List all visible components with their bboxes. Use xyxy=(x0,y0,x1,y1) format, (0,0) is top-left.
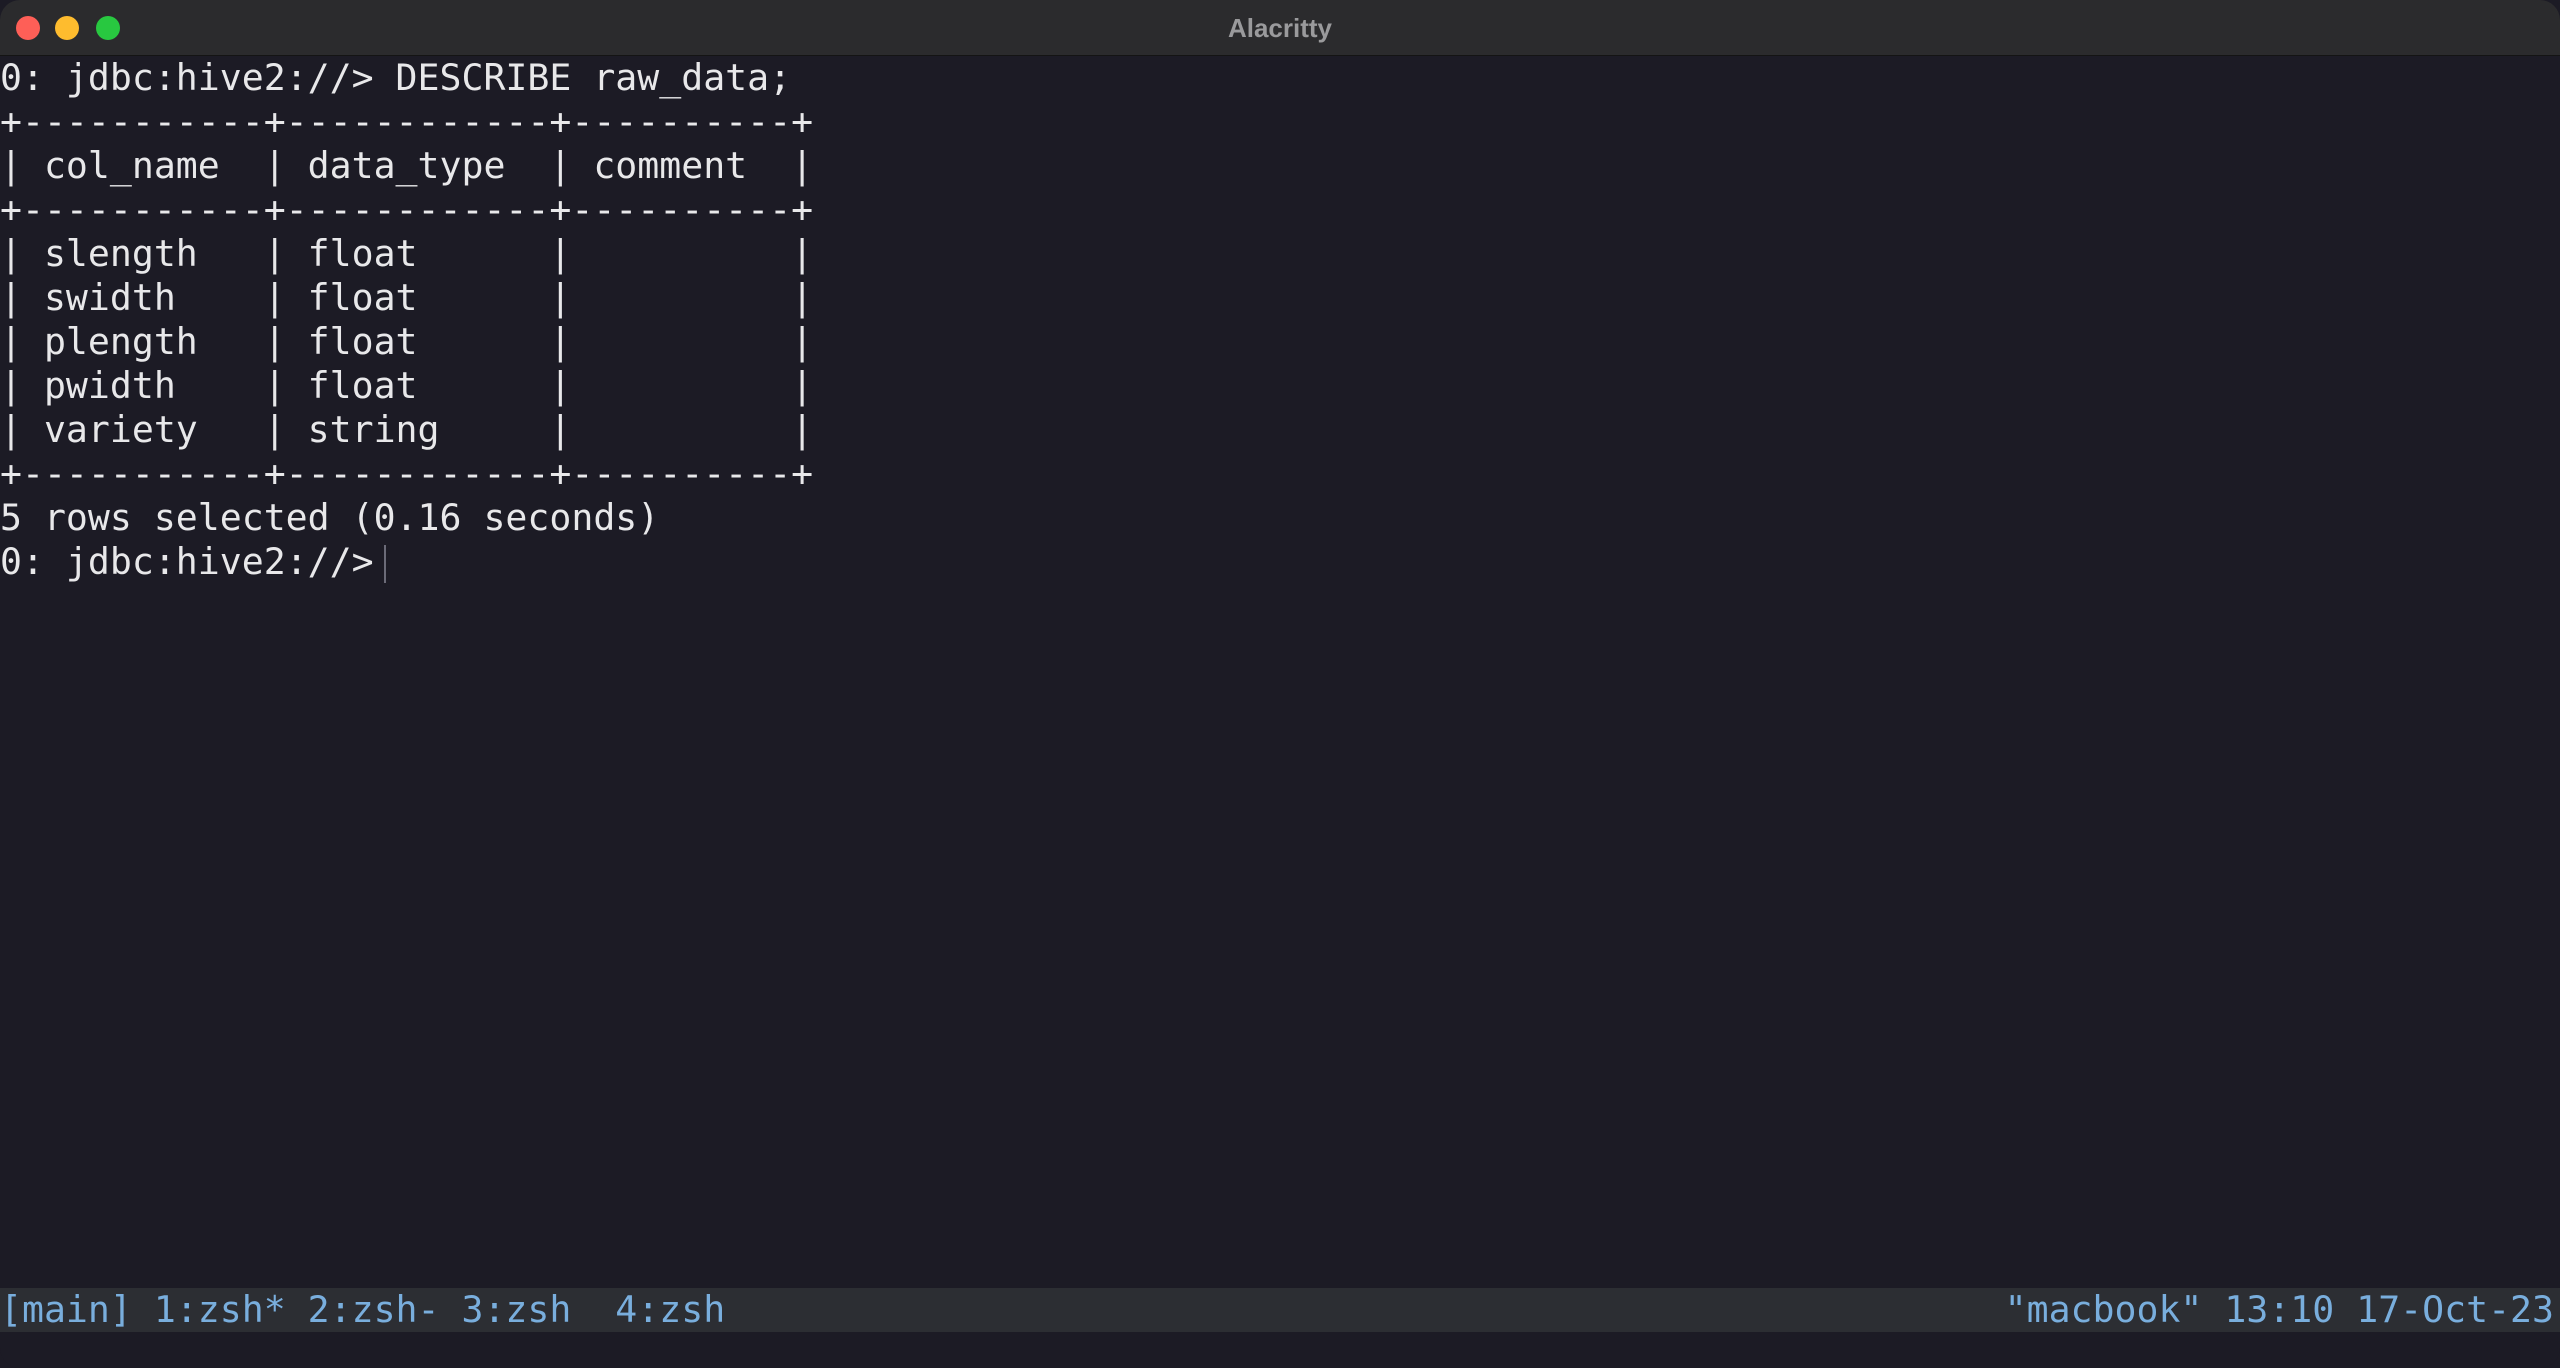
terminal-prompt-line[interactable]: 0: jdbc:hive2://> xyxy=(0,540,386,584)
tmux-window-list[interactable]: [main] 1:zsh* 2:zsh- 3:zsh 4:zsh xyxy=(0,1288,725,1332)
text-cursor xyxy=(383,544,386,583)
terminal-prompt: 0: jdbc:hive2://> xyxy=(0,540,374,583)
table-border-bottom: +-----------+------------+----------+ xyxy=(0,452,814,495)
table-row: | variety | string | | xyxy=(0,408,814,451)
table-header-row: | col_name | data_type | comment | xyxy=(0,144,814,187)
query-result-summary: 5 rows selected (0.16 seconds) xyxy=(0,496,660,539)
table-row: | plength | float | | xyxy=(0,320,814,363)
table-border-top: +-----------+------------+----------+ xyxy=(0,100,814,143)
window-title: Alacritty xyxy=(1227,13,1333,43)
table-row: | swidth | float | | xyxy=(0,276,814,319)
table-border-header: +-----------+------------+----------+ xyxy=(0,188,814,231)
table-row: | pwidth | float | | xyxy=(0,364,814,407)
tmux-host-clock: "macbook" 13:10 17-Oct-23 xyxy=(2004,1288,2554,1331)
terminal-window: Alacritty 0: jdbc:hive2://> DESCRIBE raw… xyxy=(0,0,2560,1368)
title-bar[interactable]: Alacritty xyxy=(0,0,2560,56)
terminal-line-command: 0: jdbc:hive2://> DESCRIBE raw_data; xyxy=(0,56,792,99)
table-row: | slength | float | | xyxy=(0,232,814,275)
tmux-status-bar: [main] 1:zsh* 2:zsh- 3:zsh 4:zsh "macboo… xyxy=(0,1288,2560,1332)
terminal-content[interactable]: 0: jdbc:hive2://> DESCRIBE raw_data; +--… xyxy=(0,56,2560,1288)
